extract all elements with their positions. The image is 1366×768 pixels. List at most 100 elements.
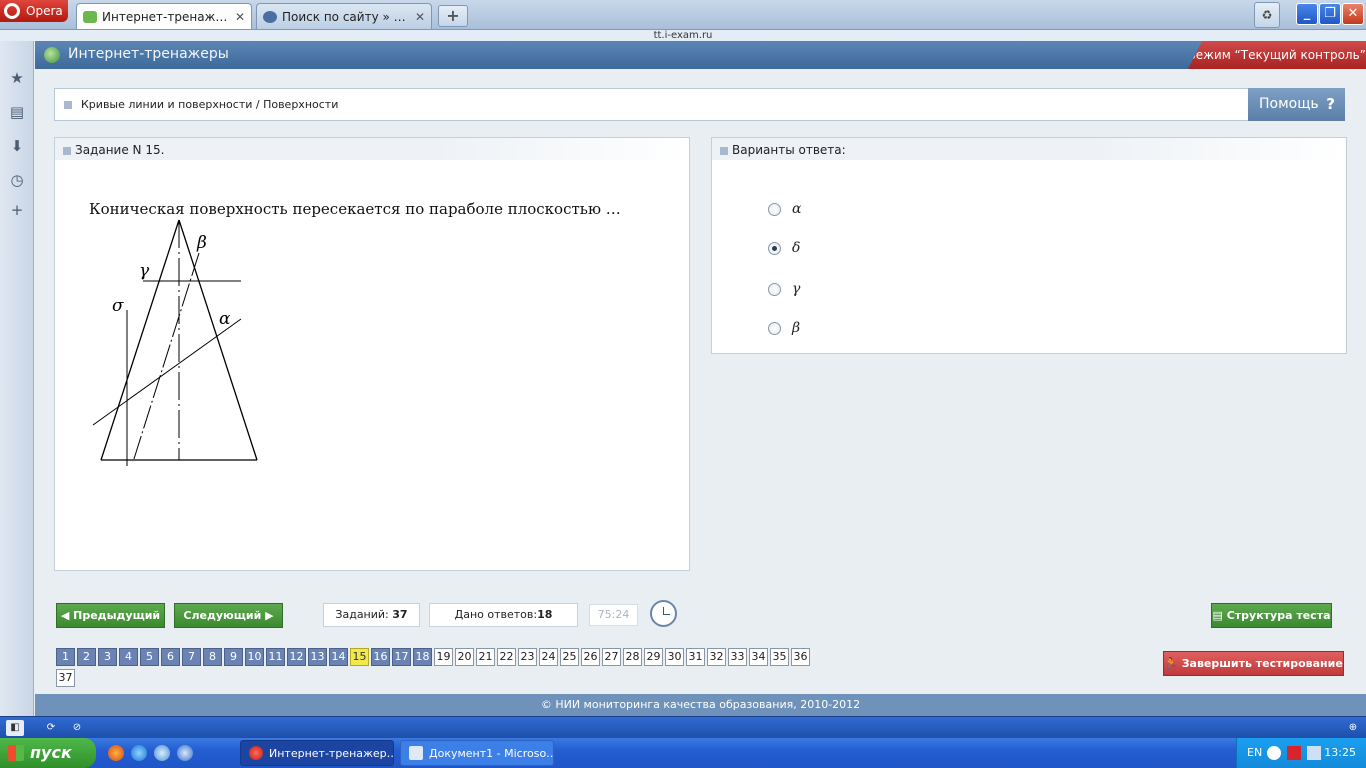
task-number-cell[interactable]: 32 [707,648,726,666]
answers-title: Варианты ответа: [732,143,846,157]
task-number-cell[interactable]: 26 [581,648,600,666]
answer-option-4[interactable]: β [768,319,800,337]
answer-radio[interactable] [768,202,781,216]
cone-right-generatrix [178,219,258,461]
ie-icon[interactable] [131,745,147,761]
reload-icon[interactable]: ⟳ [42,720,60,736]
task-number-cell[interactable]: 12 [287,648,306,666]
task-number-cell[interactable]: 9 [224,648,243,666]
task-number-cell[interactable]: 11 [266,648,285,666]
answered-label: Дано ответов: [454,608,538,621]
task-number-cell[interactable]: 17 [392,648,411,666]
answer-option-1[interactable]: α [768,200,801,218]
task-number-cell[interactable]: 6 [161,648,180,666]
task-number-cell[interactable]: 10 [245,648,264,666]
minimize-window-button[interactable]: _ [1296,3,1318,25]
notes-icon[interactable]: ▤ [8,103,26,121]
finish-test-button[interactable]: 🏃 Завершить тестирование [1163,651,1344,676]
new-tab-button[interactable]: + [438,5,468,27]
quicklaunch-icon[interactable] [154,745,170,761]
closed-tabs-trash-icon[interactable]: ♻ [1254,2,1280,28]
help-button[interactable]: Помощь ? [1248,88,1345,121]
task-number-cell[interactable]: 25 [560,648,579,666]
firefox-icon[interactable] [108,745,124,761]
answer-radio-selected[interactable] [768,241,781,255]
answers-panel: Варианты ответа: α δ γ β [711,137,1347,354]
task-number-cell[interactable]: 8 [203,648,222,666]
task-number-cell[interactable]: 7 [182,648,201,666]
task-number-cell[interactable]: 33 [728,648,747,666]
task-number-cell[interactable]: 13 [308,648,327,666]
windows-taskbar: пуск Интернет-тренажер… Документ1 - Micr… [0,738,1366,768]
back-arrow-icon[interactable] [1267,746,1281,760]
task-number-cell[interactable]: 2 [77,648,96,666]
quicklaunch-icon-2[interactable] [177,745,193,761]
question-text: Коническая поверхность пересекается по п… [89,200,621,218]
bookmarks-icon[interactable]: ★ [8,69,26,87]
task-number-cell[interactable]: 19 [434,648,453,666]
next-button[interactable]: Следующий ▶ [174,603,283,628]
tab-close-icon[interactable]: ✕ [235,10,245,24]
taskbar-window-word[interactable]: Документ1 - Microso… [400,740,554,766]
network-icon[interactable] [1307,746,1321,760]
downloads-icon[interactable]: ⬇ [8,137,26,155]
task-number-cell[interactable]: 29 [644,648,663,666]
panel-toggle-icon[interactable]: ◧ [6,720,24,736]
close-window-button[interactable]: ✕ [1342,3,1364,25]
previous-button[interactable]: ◀ Предыдущий [56,603,165,628]
task-number-cell[interactable]: 22 [497,648,516,666]
task-number-cell[interactable]: 16 [371,648,390,666]
task-number-cell[interactable]: 3 [98,648,117,666]
add-panel-icon[interactable]: + [8,201,26,219]
label-beta: β [196,233,207,253]
browser-side-panel: ★ ▤ ⬇ ◷ + [0,41,34,716]
address-bar[interactable]: tt.i-exam.ru [0,30,1366,41]
breadcrumb: Кривые линии и поверхности / Поверхности… [54,88,1345,121]
system-tray: EN 13:25 [1236,738,1366,768]
task-number-cell[interactable]: 35 [770,648,789,666]
task-number-cell[interactable]: 37 [56,669,75,687]
answer-label: α [792,201,802,217]
zoom-icon[interactable]: ⊕ [1344,720,1362,736]
timer: 75:24 [589,604,638,626]
task-number-cell[interactable]: 31 [686,648,705,666]
task-number-cell[interactable]: 20 [455,648,474,666]
antivirus-icon[interactable] [1287,746,1301,760]
answer-option-2[interactable]: δ [768,239,800,257]
task-number-cell[interactable]: 30 [665,648,684,666]
task-number-cell[interactable]: 21 [476,648,495,666]
task-number-cell[interactable]: 36 [791,648,810,666]
task-number-cell[interactable]: 23 [518,648,537,666]
restore-window-button[interactable]: ❐ [1319,3,1341,25]
task-number-cell[interactable]: 5 [140,648,159,666]
answer-radio[interactable] [768,282,781,296]
task-number-cell[interactable]: 15 [350,648,369,666]
test-structure-button[interactable]: ▤ Структура теста [1211,603,1332,628]
browser-tab-trainers[interactable]: Интернет-тренажеры ✕ [76,3,252,29]
task-number-cell[interactable]: 27 [602,648,621,666]
tab-close-icon[interactable]: ✕ [415,10,425,24]
previous-label: Предыдущий [73,609,161,622]
bullet-square-icon [64,101,72,109]
structure-label: Структура теста [1226,609,1331,622]
task-number-cell[interactable]: 34 [749,648,768,666]
language-indicator[interactable]: EN [1247,738,1262,768]
task-number-cell[interactable]: 18 [413,648,432,666]
task-number-cell[interactable]: 1 [56,648,75,666]
history-icon[interactable]: ◷ [8,171,26,189]
opera-logo-icon [4,3,20,19]
turbo-icon[interactable]: ⊘ [68,720,86,736]
opera-menu-button[interactable]: Opera [0,0,68,22]
clock-time: 13:25 [1324,746,1356,759]
answer-option-3[interactable]: γ [768,280,800,298]
task-number-cell[interactable]: 14 [329,648,348,666]
task-number-cell[interactable]: 4 [119,648,138,666]
taskbar-window-opera[interactable]: Интернет-тренажер… [240,740,394,766]
answer-radio[interactable] [768,321,781,335]
start-button[interactable]: пуск [0,738,96,768]
task-number-cell[interactable]: 24 [539,648,558,666]
task-number-cell[interactable]: 28 [623,648,642,666]
browser-tab-search[interactable]: Поиск по сайту » Отве… ✕ [256,3,432,29]
clock-icon[interactable] [650,600,677,627]
tab-label: Интернет-тренажеры [102,9,229,24]
